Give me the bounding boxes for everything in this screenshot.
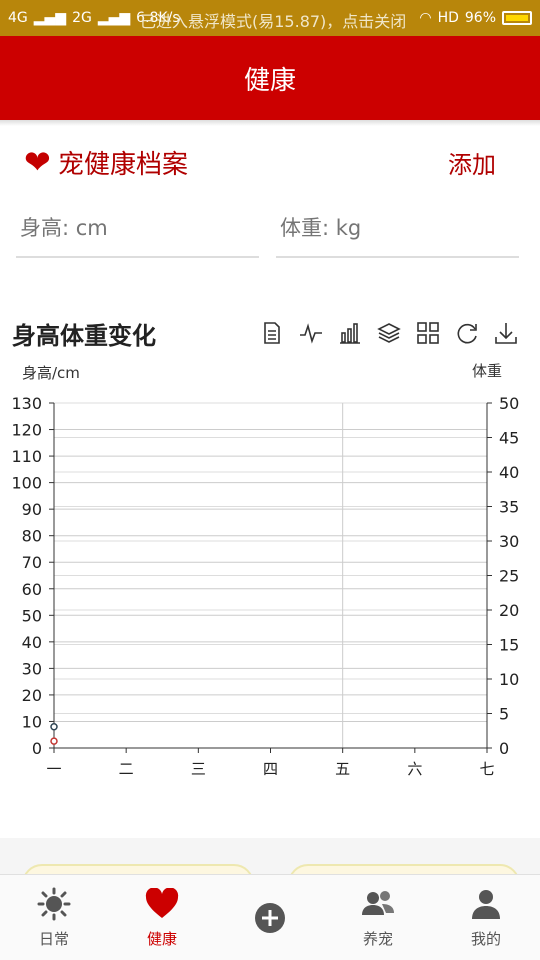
network-4g: 4G <box>8 10 28 26</box>
weight-field[interactable] <box>276 200 519 258</box>
tab-label: 我的 <box>470 930 501 948</box>
height-field[interactable] <box>16 200 259 258</box>
tab-health[interactable]: 健康 <box>108 875 216 960</box>
download-icon[interactable] <box>494 320 518 346</box>
people-icon <box>360 886 396 922</box>
sun-icon <box>36 886 72 922</box>
tab-daily[interactable]: 日常 <box>0 875 108 960</box>
x-tick-label: 七 <box>479 760 494 778</box>
y-left-tick-label: 70 <box>22 553 42 572</box>
app-bar: 健康 <box>0 36 540 120</box>
x-tick-label: 一 <box>46 760 61 778</box>
y-right-tick-label: 25 <box>499 567 519 586</box>
y-right-tick-label: 5 <box>499 705 509 724</box>
y-right-tick-label: 15 <box>499 636 519 655</box>
overlay-notice[interactable]: 已进入悬浮模式(易15.87)，点击关闭 <box>140 8 406 32</box>
bottom-tab-bar: 日常 健康 养宠 我的 <box>0 874 540 960</box>
data-view-icon[interactable] <box>260 320 284 346</box>
record-title-text: 宠健康档案 <box>58 149 189 180</box>
signal-icon-2: ▂▄▆ <box>97 10 131 26</box>
add-circle-icon <box>252 900 288 936</box>
cards-strip <box>0 838 540 904</box>
tab-label: 养宠 <box>362 930 393 948</box>
y-left-tick-label: 50 <box>22 606 42 625</box>
x-tick-label: 六 <box>407 760 422 778</box>
x-tick-label: 二 <box>119 760 134 778</box>
y-left-tick-label: 30 <box>22 659 42 678</box>
page-title: 健康 <box>243 65 296 96</box>
y-right-tick-label: 30 <box>499 532 519 551</box>
y-right-tick-label: 40 <box>499 463 519 482</box>
tab-pet-care[interactable]: 养宠 <box>324 875 432 960</box>
health-record-header: ❤ 宠健康档案 添加 <box>24 142 516 182</box>
y-left-tick-label: 120 <box>11 421 42 440</box>
y-right-tick-label: 45 <box>499 429 519 448</box>
y-right-axis-label: 体重 <box>472 362 502 380</box>
y-right-tick-label: 0 <box>499 739 509 758</box>
y-right-tick-label: 20 <box>499 601 519 620</box>
wifi-icon: ◠ <box>419 10 432 26</box>
y-left-tick-label: 20 <box>22 686 42 705</box>
y-left-tick-label: 90 <box>22 500 42 519</box>
battery-text: 96% <box>464 10 496 26</box>
x-tick-label: 四 <box>263 760 278 778</box>
tab-label: 日常 <box>38 930 69 948</box>
y-left-axis-label: 身高/cm <box>22 364 80 382</box>
add-button[interactable]: 添加 <box>444 141 516 184</box>
y-left-tick-label: 130 <box>11 394 42 413</box>
hd-badge: HD <box>437 10 459 26</box>
status-bar: 4G ▂▄▆ 2G ▂▄▆ 6.8K/s 已进入悬浮模式(易15.87)，点击关… <box>0 0 540 36</box>
tab-label: 健康 <box>146 930 177 948</box>
y-left-tick-label: 0 <box>32 739 42 758</box>
weight-input[interactable] <box>276 216 519 240</box>
line-chart-icon[interactable] <box>299 320 323 346</box>
chart-toolbox <box>260 320 518 346</box>
restore-icon[interactable] <box>455 320 479 346</box>
person-icon <box>468 886 504 922</box>
y-right-tick-label: 35 <box>499 498 519 517</box>
battery-icon <box>502 11 532 25</box>
data-point <box>50 737 58 745</box>
stack-icon[interactable] <box>377 320 401 346</box>
height-weight-chart: 身高/cm 体重 0 10 20 30 40 50 60 70 80 90 100 110 120 130 0 5… <box>11 362 519 778</box>
tiled-icon[interactable] <box>416 320 440 346</box>
y-left-tick-label: 80 <box>22 527 42 546</box>
y-right-tick-label: 50 <box>499 394 519 413</box>
x-tick-label: 五 <box>335 760 350 778</box>
y-right-tick-label: 10 <box>499 670 519 689</box>
heart-icon: ❤ <box>24 143 51 181</box>
x-tick-label: 三 <box>191 760 206 778</box>
y-left-tick-label: 60 <box>22 580 42 599</box>
chart-title: 身高体重变化 <box>12 322 156 350</box>
y-left-tick-label: 100 <box>11 474 42 493</box>
bar-chart-icon[interactable] <box>338 320 362 346</box>
signal-icon: ▂▄▆ <box>33 10 67 26</box>
y-left-tick-label: 40 <box>22 633 42 652</box>
appbar-shadow <box>0 120 540 126</box>
y-left-tick-label: 10 <box>22 712 42 731</box>
heart-icon <box>144 886 180 922</box>
tab-mine[interactable]: 我的 <box>432 875 540 960</box>
y-left-tick-label: 110 <box>11 447 42 466</box>
height-input[interactable] <box>16 216 259 240</box>
network-2g: 2G <box>72 10 92 26</box>
tab-add[interactable] <box>216 875 324 960</box>
data-point <box>50 723 58 731</box>
health-record-title: ❤ 宠健康档案 <box>24 144 188 181</box>
